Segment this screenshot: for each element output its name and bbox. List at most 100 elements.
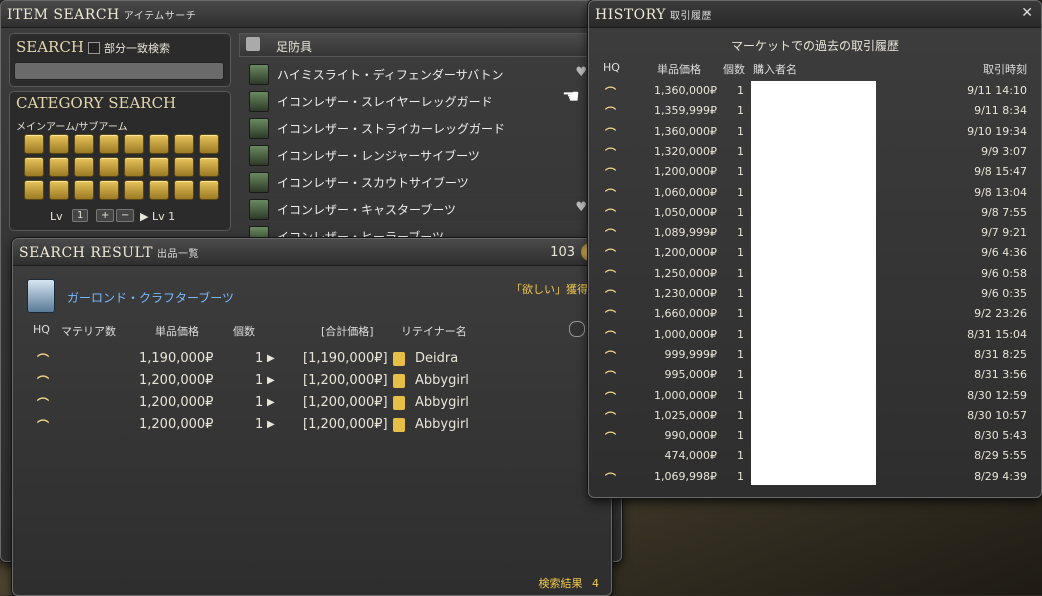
book-icon[interactable] — [149, 134, 169, 154]
wand-icon[interactable] — [199, 134, 219, 154]
result-total: [1,200,000₽] — [303, 417, 388, 432]
hq-icon: ⌒ — [37, 353, 50, 367]
result-row[interactable]: ⌒ 1,200,000₽ 1 ▶ [1,200,000₽] Abbygirl — [23, 391, 601, 413]
selected-item-name[interactable]: ガーロンド・クラフターブーツ — [67, 289, 234, 306]
history-time: 9/8 7:55 — [981, 205, 1027, 219]
sword-icon[interactable] — [24, 134, 44, 154]
result-row[interactable]: ⌒ 1,190,000₽ 1 ▶ [1,190,000₽] Deidra — [23, 347, 601, 369]
history-qty: 1 — [737, 429, 744, 443]
hq-icon: ⌒ — [605, 309, 616, 323]
history-time: 9/11 8:34 — [974, 104, 1027, 118]
item-list-row[interactable]: イコンレザー・スレイヤーレッグガード — [245, 88, 605, 114]
partial-match-checkbox[interactable] — [88, 42, 100, 54]
history-unit-price: 1,230,000₽ — [654, 287, 717, 300]
hq-icon: ⌒ — [605, 167, 616, 181]
search-result-titlebar[interactable]: SEARCH RESULT 出品一覧 103 — [13, 239, 611, 266]
history-unit-price: 999,999₽ — [664, 347, 718, 361]
bow-icon[interactable] — [99, 134, 119, 154]
history-unit-price: 1,200,000₽ — [654, 165, 717, 179]
play-arrow-icon[interactable]: ▶ — [267, 397, 275, 408]
shield-icon[interactable] — [24, 157, 44, 177]
favorite-heart-icon[interactable]: ♥ — [575, 65, 587, 80]
pot-icon[interactable] — [49, 180, 69, 200]
history-qty: 1 — [737, 347, 744, 361]
item-search-titlebar[interactable]: ITEM SEARCH アイテムサーチ — [1, 1, 621, 28]
armor-icon[interactable] — [174, 180, 194, 200]
hq-icon: ⌒ — [605, 86, 616, 99]
lv-plus-button[interactable]: + — [96, 209, 115, 222]
search-input[interactable] — [14, 62, 224, 80]
sickle-icon[interactable] — [74, 180, 94, 200]
sack-icon[interactable] — [199, 180, 219, 200]
play-arrow-icon[interactable]: ▶ — [267, 353, 275, 364]
history-titlebar[interactable]: HISTORY 取引履歴 ✕ — [589, 1, 1041, 28]
history-qty: 1 — [737, 327, 744, 341]
rod-icon[interactable] — [24, 180, 44, 200]
result-unit-price: 1,200,000₽ — [139, 373, 214, 388]
history-qty: 1 — [737, 408, 744, 422]
fist-icon[interactable] — [49, 157, 69, 177]
history-unit-price: 1,250,000₽ — [654, 266, 717, 280]
category-sub-label: メインアーム/サブアーム — [16, 122, 128, 133]
hq-icon: ⌒ — [37, 397, 50, 411]
staff-icon[interactable] — [124, 134, 144, 154]
result-unit-price: 1,200,000₽ — [139, 417, 214, 432]
item-name: ハイミスライト・ディフェンダーサバトン — [277, 68, 504, 82]
search-result-window: SEARCH RESULT 出品一覧 103 ガーロンド・クラフターブーツ 「欲し… — [12, 238, 612, 596]
result-qty: 1 — [255, 351, 264, 366]
gun-icon[interactable] — [174, 134, 194, 154]
lv-minus-button[interactable]: − — [116, 209, 135, 222]
play-arrow-icon[interactable]: ▶ — [267, 419, 275, 430]
item-name: イコンレザー・スレイヤーレッグガード — [277, 95, 493, 109]
hq-icon: ⌒ — [605, 106, 616, 120]
history-time: 8/30 10:57 — [967, 408, 1027, 422]
history-qty: 1 — [737, 266, 744, 280]
play-arrow-icon[interactable]: ▶ — [267, 375, 275, 386]
settings-icon[interactable] — [569, 321, 585, 337]
pick-icon[interactable] — [124, 157, 144, 177]
item-list-row[interactable]: イコンレザー・スカウトサイブーツ — [245, 169, 605, 195]
chisel-icon[interactable] — [149, 157, 169, 177]
lance-icon[interactable] — [74, 134, 94, 154]
history-unit-price: 1,000,000₽ — [654, 388, 717, 402]
needle-icon[interactable] — [199, 157, 219, 177]
item-list-row[interactable]: イコンレザー・キャスターブーツ ♥ — [245, 196, 605, 222]
history-qty: 1 — [737, 307, 744, 321]
favorite-heart-icon[interactable]: ♥ — [575, 200, 587, 215]
history-qty: 1 — [737, 165, 744, 179]
leg-armor-icon — [249, 172, 269, 193]
history-qty: 1 — [737, 144, 744, 158]
history-qty: 1 — [737, 84, 744, 97]
leg-armor-icon — [249, 64, 269, 85]
item-list-row[interactable]: イコンレザー・ストライカーレッグガード — [245, 115, 605, 141]
result-qty: 1 — [255, 417, 264, 432]
item-list-category: 足防具 — [276, 40, 313, 54]
history-qty: 1 — [737, 469, 744, 483]
item-list-row[interactable]: ハイミスライト・ディフェンダーサバトン ♥ — [245, 61, 605, 87]
result-unit-price: 1,190,000₽ — [139, 351, 214, 366]
history-qty: 1 — [737, 226, 744, 240]
buyer-name-redaction — [751, 81, 876, 485]
hist-col-qty: 個数 — [723, 63, 745, 76]
history-unit-price: 1,359,999₽ — [654, 104, 717, 118]
history-time: 8/31 8:25 — [974, 347, 1027, 361]
item-search-title: ITEM SEARCH アイテムサーチ — [7, 7, 197, 23]
hq-icon: ⌒ — [605, 289, 616, 302]
hammer-icon[interactable] — [99, 157, 119, 177]
bottle-icon[interactable] — [124, 180, 144, 200]
result-retainer: Abbygirl — [415, 395, 469, 410]
rod2-icon[interactable] — [99, 180, 119, 200]
history-time: 9/6 0:58 — [981, 266, 1027, 280]
lv-value[interactable]: 1 — [72, 209, 89, 222]
result-row[interactable]: ⌒ 1,200,000₽ 1 ▶ [1,200,000₽] Abbygirl — [23, 413, 601, 435]
knife-icon[interactable] — [74, 157, 94, 177]
plate-icon[interactable] — [149, 180, 169, 200]
result-row[interactable]: ⌒ 1,200,000₽ 1 ▶ [1,200,000₽] Abbygirl — [23, 369, 601, 391]
close-icon[interactable]: ✕ — [1021, 5, 1033, 21]
axe-icon[interactable] — [49, 134, 69, 154]
leg-armor-icon — [249, 91, 269, 112]
item-list-row[interactable]: イコンレザー・レンジャーサイブーツ — [245, 142, 605, 168]
tool-icon[interactable] — [174, 157, 194, 177]
item-name: イコンレザー・キャスターブーツ — [277, 203, 457, 217]
history-unit-price: 990,000₽ — [664, 429, 718, 443]
